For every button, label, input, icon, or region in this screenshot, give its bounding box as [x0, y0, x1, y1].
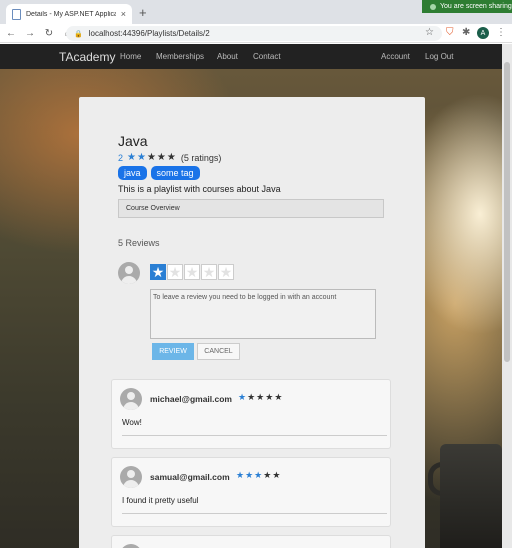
- nav-contact[interactable]: Contact: [253, 52, 281, 61]
- star-empty-icon: ★: [265, 392, 274, 402]
- rating-star-4[interactable]: ★: [201, 264, 217, 280]
- close-tab-icon[interactable]: ×: [121, 9, 126, 19]
- star-filled-icon: ★: [236, 470, 245, 480]
- reviewer-email: samual@gmail.com: [150, 472, 230, 482]
- background-mug: [440, 444, 502, 548]
- star-empty-icon: ★: [156, 152, 166, 163]
- star-empty-icon: ★: [272, 470, 281, 480]
- nav-about[interactable]: About: [217, 52, 238, 61]
- course-overview-button[interactable]: Course Overview: [118, 199, 384, 218]
- rating-count: (5 ratings): [180, 152, 222, 163]
- rating-input-stars[interactable]: ★ ★ ★ ★ ★: [150, 264, 234, 280]
- site-brand[interactable]: TAcademy: [59, 50, 115, 64]
- lock-icon: 🔒: [74, 30, 83, 38]
- share-banner-text: You are screen sharing: [440, 3, 512, 10]
- review-text: Wow!: [122, 418, 142, 427]
- reviewer-avatar-icon: [120, 466, 142, 488]
- screen-share-banner: You are screen sharing: [422, 0, 512, 13]
- url-text: localhost:44396/Playlists/Details/2: [88, 29, 210, 38]
- site-navbar: TAcademy Home Memberships About Contact …: [0, 44, 502, 69]
- shield-extension-icon[interactable]: ⛉: [446, 27, 454, 38]
- reload-icon[interactable]: ↻: [41, 28, 57, 39]
- star-empty-icon: ★: [274, 392, 283, 402]
- browser-toolbar: ← → ↻ ⌂ 🔒 localhost:44396/Playlists/Deta…: [0, 24, 512, 43]
- star-filled-icon: ★: [254, 470, 263, 480]
- star-filled-icon: ★: [238, 392, 247, 402]
- rating-star-2[interactable]: ★: [167, 264, 183, 280]
- star-empty-icon: ★: [146, 152, 156, 163]
- review-item: michael@gmail.com ★★★★★ Wow!: [111, 379, 391, 449]
- scrollbar-thumb[interactable]: [504, 62, 510, 362]
- tab-title: Details - My ASP.NET Application: [26, 10, 116, 18]
- review-item: samual@gmail.com ★★★★★ I found it pretty…: [111, 457, 391, 527]
- playlist-card: Java 2 ★ ★ ★ ★ ★ (5 ratings) java some tag T…: [79, 97, 425, 548]
- playlist-title: Java: [118, 133, 148, 149]
- review-textarea[interactable]: To leave a review you need to be logged …: [150, 289, 376, 339]
- review-item: [111, 535, 391, 548]
- page-favicon-icon: [12, 8, 21, 20]
- playlist-rating: 2 ★ ★ ★ ★ ★ (5 ratings): [118, 152, 221, 163]
- star-filled-icon: ★: [127, 152, 136, 163]
- rating-star-1[interactable]: ★: [150, 264, 166, 280]
- rating-star-3[interactable]: ★: [184, 264, 200, 280]
- cancel-button[interactable]: CANCEL: [197, 343, 240, 360]
- nav-memberships[interactable]: Memberships: [156, 52, 204, 61]
- reviewer-avatar-icon: [120, 544, 142, 548]
- nav-logout[interactable]: Log Out: [425, 52, 453, 61]
- extensions-puzzle-icon[interactable]: ✱: [462, 27, 470, 38]
- address-bar[interactable]: 🔒 localhost:44396/Playlists/Details/2 ☆: [66, 26, 442, 41]
- browser-tab[interactable]: Details - My ASP.NET Application ×: [6, 4, 132, 24]
- review-divider: [122, 513, 387, 514]
- user-avatar-icon: [118, 262, 140, 284]
- star-empty-icon: ★: [247, 392, 256, 402]
- nav-account[interactable]: Account: [381, 52, 410, 61]
- star-empty-icon: ★: [256, 392, 265, 402]
- review-text: I found it pretty useful: [122, 496, 199, 505]
- rating-star-5[interactable]: ★: [218, 264, 234, 280]
- star-empty-icon: ★: [166, 152, 176, 163]
- nav-home[interactable]: Home: [120, 52, 141, 61]
- playlist-description: This is a playlist with courses about Ja…: [118, 184, 281, 194]
- reviews-count: 5 Reviews: [118, 238, 160, 248]
- rating-stars: ★ ★ ★ ★ ★: [127, 152, 176, 163]
- bookmark-star-icon[interactable]: ☆: [425, 27, 434, 38]
- tab-bar: Details - My ASP.NET Application × + You…: [0, 0, 512, 24]
- star-filled-icon: ★: [136, 152, 146, 163]
- back-icon[interactable]: ←: [3, 28, 19, 39]
- forward-icon[interactable]: →: [22, 28, 38, 39]
- more-menu-icon[interactable]: ⋮: [496, 27, 506, 38]
- review-divider: [122, 435, 387, 436]
- star-filled-icon: ★: [245, 470, 254, 480]
- profile-avatar[interactable]: A: [477, 27, 489, 39]
- page-viewport: TAcademy Home Memberships About Contact …: [0, 44, 512, 548]
- reviewer-email: michael@gmail.com: [150, 394, 232, 404]
- tag-list: java some tag: [118, 166, 200, 180]
- page-scrollbar[interactable]: [502, 44, 512, 548]
- new-tab-button[interactable]: +: [139, 5, 147, 20]
- rating-value: 2: [118, 152, 124, 163]
- tag-java[interactable]: java: [118, 166, 147, 180]
- review-stars: ★★★★★: [236, 470, 281, 481]
- review-stars: ★★★★★: [238, 392, 283, 403]
- star-empty-icon: ★: [263, 470, 272, 480]
- share-indicator-icon: [430, 3, 436, 10]
- reviewer-avatar-icon: [120, 388, 142, 410]
- review-button[interactable]: REVIEW: [152, 343, 194, 360]
- tag-some-tag[interactable]: some tag: [150, 166, 200, 180]
